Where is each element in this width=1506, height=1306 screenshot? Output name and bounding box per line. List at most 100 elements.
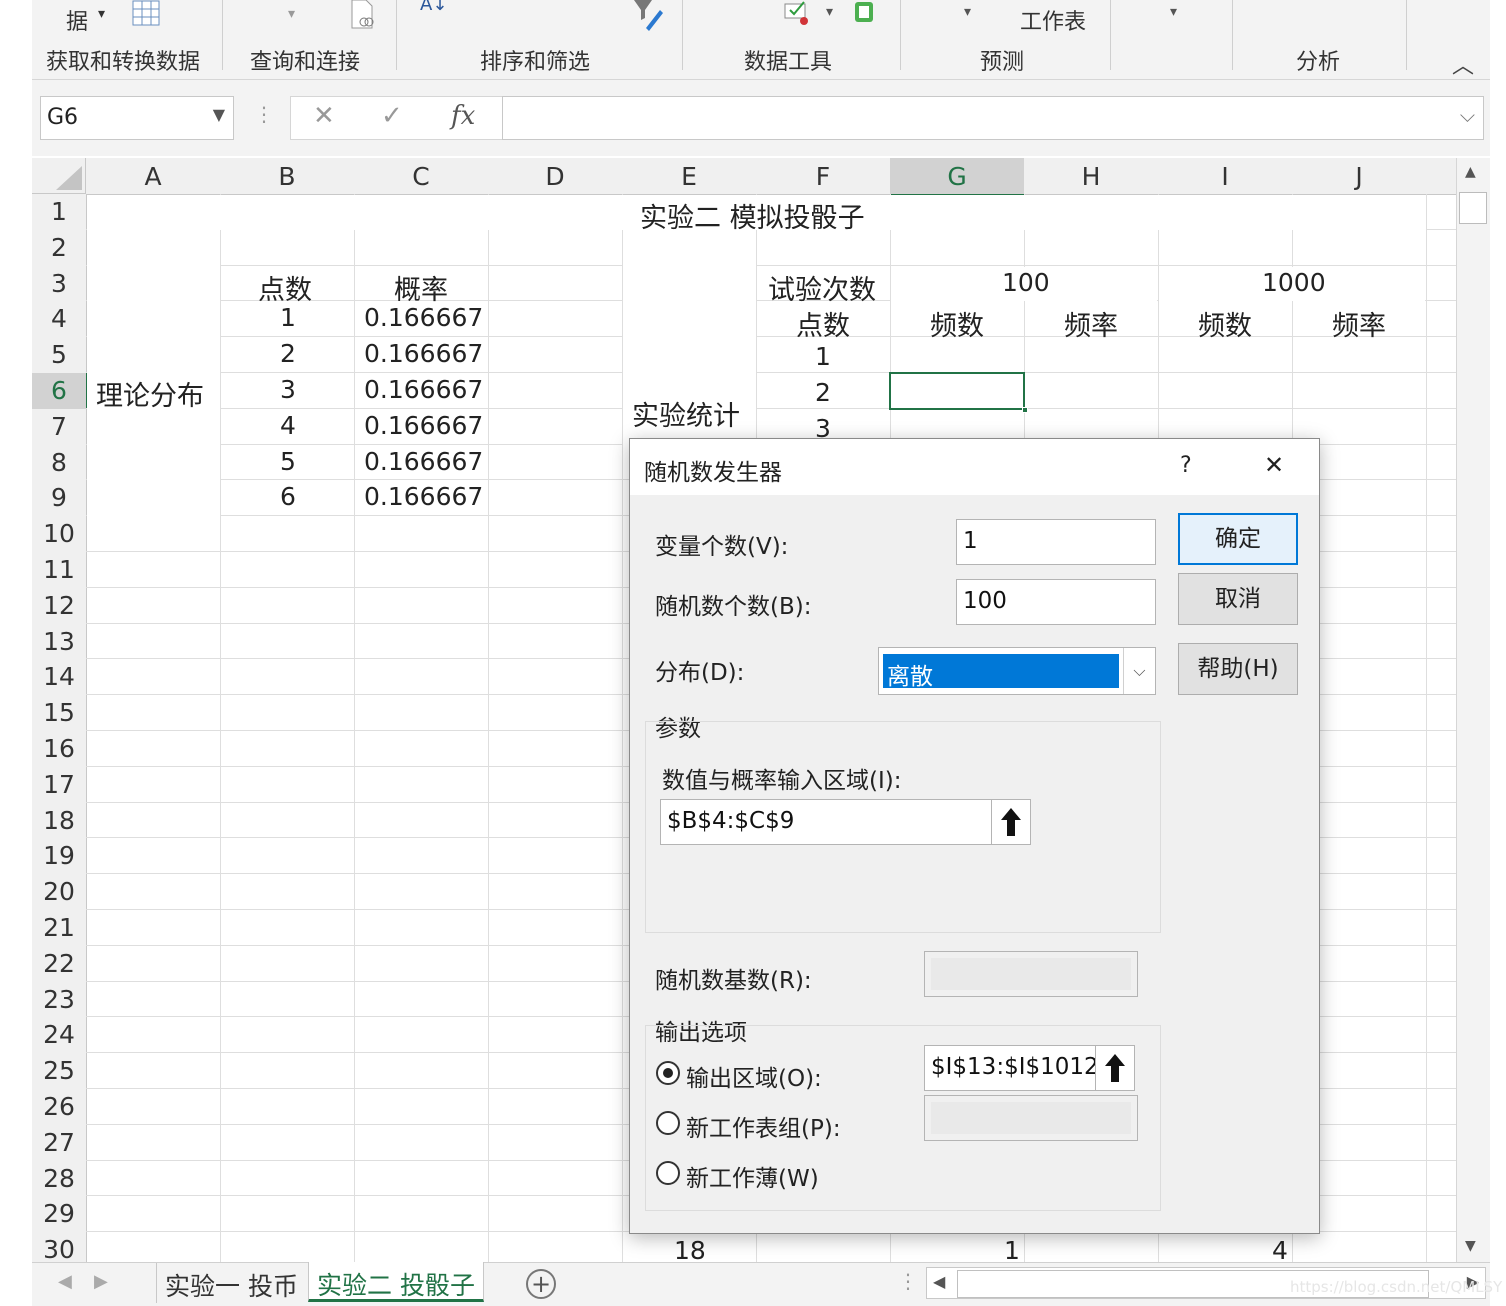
column-header-f[interactable]: F — [756, 158, 891, 195]
chevron-down-icon[interactable]: ▾ — [1170, 4, 1177, 20]
chevron-down-icon[interactable]: ⌵ — [1460, 103, 1475, 127]
help-button[interactable]: 帮助(H) — [1178, 643, 1298, 695]
row-header-18[interactable]: 18 — [32, 802, 87, 840]
new-workbook-radio[interactable] — [656, 1161, 680, 1185]
column-header-d[interactable]: D — [488, 158, 623, 195]
data-validation-icon[interactable] — [784, 0, 812, 26]
column-header-i[interactable]: I — [1158, 158, 1293, 195]
scroll-up-icon[interactable]: ▲ — [1465, 164, 1476, 180]
row-header-9[interactable]: 9 — [32, 480, 87, 518]
add-sheet-button[interactable]: + — [526, 1269, 556, 1299]
row-header-12[interactable]: 12 — [32, 587, 87, 625]
cancel-icon[interactable]: ✕ — [313, 101, 335, 131]
sheet-tab-2-active[interactable]: 实验二 投骰子 — [308, 1262, 484, 1302]
sheet-tab-1[interactable]: 实验一 投币 — [156, 1263, 306, 1303]
row-header-7[interactable]: 7 — [32, 408, 87, 446]
name-box[interactable]: G6 ▼ — [40, 96, 234, 140]
chevron-down-icon[interactable]: ▾ — [98, 6, 105, 22]
chevron-down-icon[interactable]: ▾ — [288, 6, 295, 22]
sort-az-icon[interactable]: A↓ — [420, 0, 447, 15]
column-header-b[interactable]: B — [220, 158, 355, 195]
row-header-3[interactable]: 3 — [32, 265, 87, 303]
scroll-left-icon[interactable]: ◀ — [933, 1272, 945, 1291]
row-header-8[interactable]: 8 — [32, 444, 87, 482]
ok-button[interactable]: 确定 — [1178, 513, 1298, 565]
collapse-ribbon-icon[interactable]: ︿ — [1452, 48, 1474, 80]
row-header-28[interactable]: 28 — [32, 1160, 87, 1198]
table-icon[interactable] — [132, 0, 160, 26]
edit-links-icon[interactable] — [348, 0, 376, 30]
value-prob-range-input[interactable]: $B$4:$C$9 — [660, 799, 992, 845]
dialog-title-bar[interactable]: 随机数发生器 ? ✕ — [630, 439, 1319, 495]
row-header-17[interactable]: 17 — [32, 766, 87, 804]
new-sheet-radio[interactable] — [656, 1111, 680, 1135]
row-header-2[interactable]: 2 — [32, 229, 87, 267]
row-header-5[interactable]: 5 — [32, 337, 87, 374]
column-header-g[interactable]: G — [890, 158, 1025, 197]
column-header-k[interactable] — [1426, 158, 1456, 195]
row-header-22[interactable]: 22 — [32, 945, 87, 983]
row-header-19[interactable]: 19 — [32, 838, 87, 876]
row-header-21[interactable]: 21 — [32, 910, 87, 947]
column-header-c[interactable]: C — [354, 158, 489, 195]
row-header-23[interactable]: 23 — [32, 981, 87, 1019]
row-header-26[interactable]: 26 — [32, 1089, 87, 1126]
output-range-radio[interactable] — [656, 1061, 680, 1085]
row-header-24[interactable]: 24 — [32, 1017, 87, 1055]
row-header-10[interactable]: 10 — [32, 516, 87, 553]
range-select-arrow-icon[interactable] — [1095, 1045, 1135, 1091]
ribbon-get-data-partial-label[interactable]: 据 — [66, 4, 88, 36]
scroll-down-icon[interactable]: ▼ — [1465, 1238, 1476, 1254]
seed-value — [931, 958, 1131, 990]
seed-input[interactable] — [924, 951, 1138, 997]
row-header-13[interactable]: 13 — [32, 623, 87, 661]
row-header-15[interactable]: 15 — [32, 695, 87, 732]
chevron-down-icon[interactable]: ▾ — [964, 4, 971, 20]
chevron-down-icon[interactable]: ▾ — [826, 4, 833, 20]
column-header-a[interactable]: A — [86, 158, 221, 195]
more-icon[interactable]: ⋮ — [898, 1269, 918, 1293]
row-header-1[interactable]: 1 — [32, 194, 87, 231]
scroll-thumb[interactable] — [1459, 192, 1487, 224]
formula-input[interactable]: ⌵ — [502, 96, 1484, 140]
row-header-29[interactable]: 29 — [32, 1196, 87, 1234]
num-variables-input[interactable]: 1 — [956, 519, 1156, 565]
column-header-j[interactable]: J — [1292, 158, 1427, 195]
enter-icon[interactable]: ✓ — [381, 101, 403, 131]
forecast-sheet-label[interactable]: 工作表 — [1020, 4, 1086, 36]
chevron-down-icon[interactable]: ⌵ — [1123, 648, 1155, 694]
help-icon[interactable]: ? — [1180, 453, 1192, 478]
row-header-4[interactable]: 4 — [32, 301, 87, 339]
more-icon[interactable]: ⋮ — [254, 102, 274, 126]
new-sheet-label[interactable]: 新工作表组(P): — [686, 1109, 841, 1143]
insert-function-icon[interactable]: fx — [451, 101, 475, 131]
output-range-label[interactable]: 输出区域(O): — [686, 1059, 822, 1093]
fill-handle[interactable] — [1022, 407, 1028, 413]
row-header-16[interactable]: 16 — [32, 731, 87, 768]
chevron-down-icon[interactable]: ▼ — [213, 105, 225, 124]
tab-scroll-left-icon[interactable]: ◀ — [58, 1271, 72, 1292]
data-model-icon[interactable] — [852, 0, 876, 24]
select-all-corner[interactable] — [32, 158, 86, 194]
new-workbook-label[interactable]: 新工作薄(W) — [686, 1159, 819, 1193]
row-header-14[interactable]: 14 — [32, 659, 87, 697]
range-select-arrow-icon[interactable] — [991, 799, 1031, 845]
advanced-filter-icon[interactable] — [632, 0, 664, 32]
tab-scroll-right-icon[interactable]: ▶ — [94, 1271, 108, 1292]
vertical-scrollbar[interactable]: ▲ ▼ — [1456, 158, 1490, 1262]
new-sheet-input[interactable] — [924, 1095, 1138, 1141]
column-header-e[interactable]: E — [622, 158, 757, 195]
active-cell-g6[interactable] — [889, 372, 1028, 413]
row-header-30[interactable]: 30 — [32, 1232, 87, 1262]
row-header-6[interactable]: 6 — [32, 373, 89, 410]
output-range-input[interactable]: $I$13:$I$1012 — [924, 1045, 1099, 1091]
row-header-25[interactable]: 25 — [32, 1053, 87, 1090]
cancel-button[interactable]: 取消 — [1178, 573, 1298, 625]
close-icon[interactable]: ✕ — [1264, 451, 1284, 479]
row-header-20[interactable]: 20 — [32, 874, 87, 911]
row-header-11[interactable]: 11 — [32, 552, 87, 589]
distribution-select[interactable]: 离散 ⌵ — [878, 647, 1156, 695]
column-header-h[interactable]: H — [1024, 158, 1159, 195]
num-random-input[interactable]: 100 — [956, 579, 1156, 625]
row-header-27[interactable]: 27 — [32, 1124, 87, 1162]
